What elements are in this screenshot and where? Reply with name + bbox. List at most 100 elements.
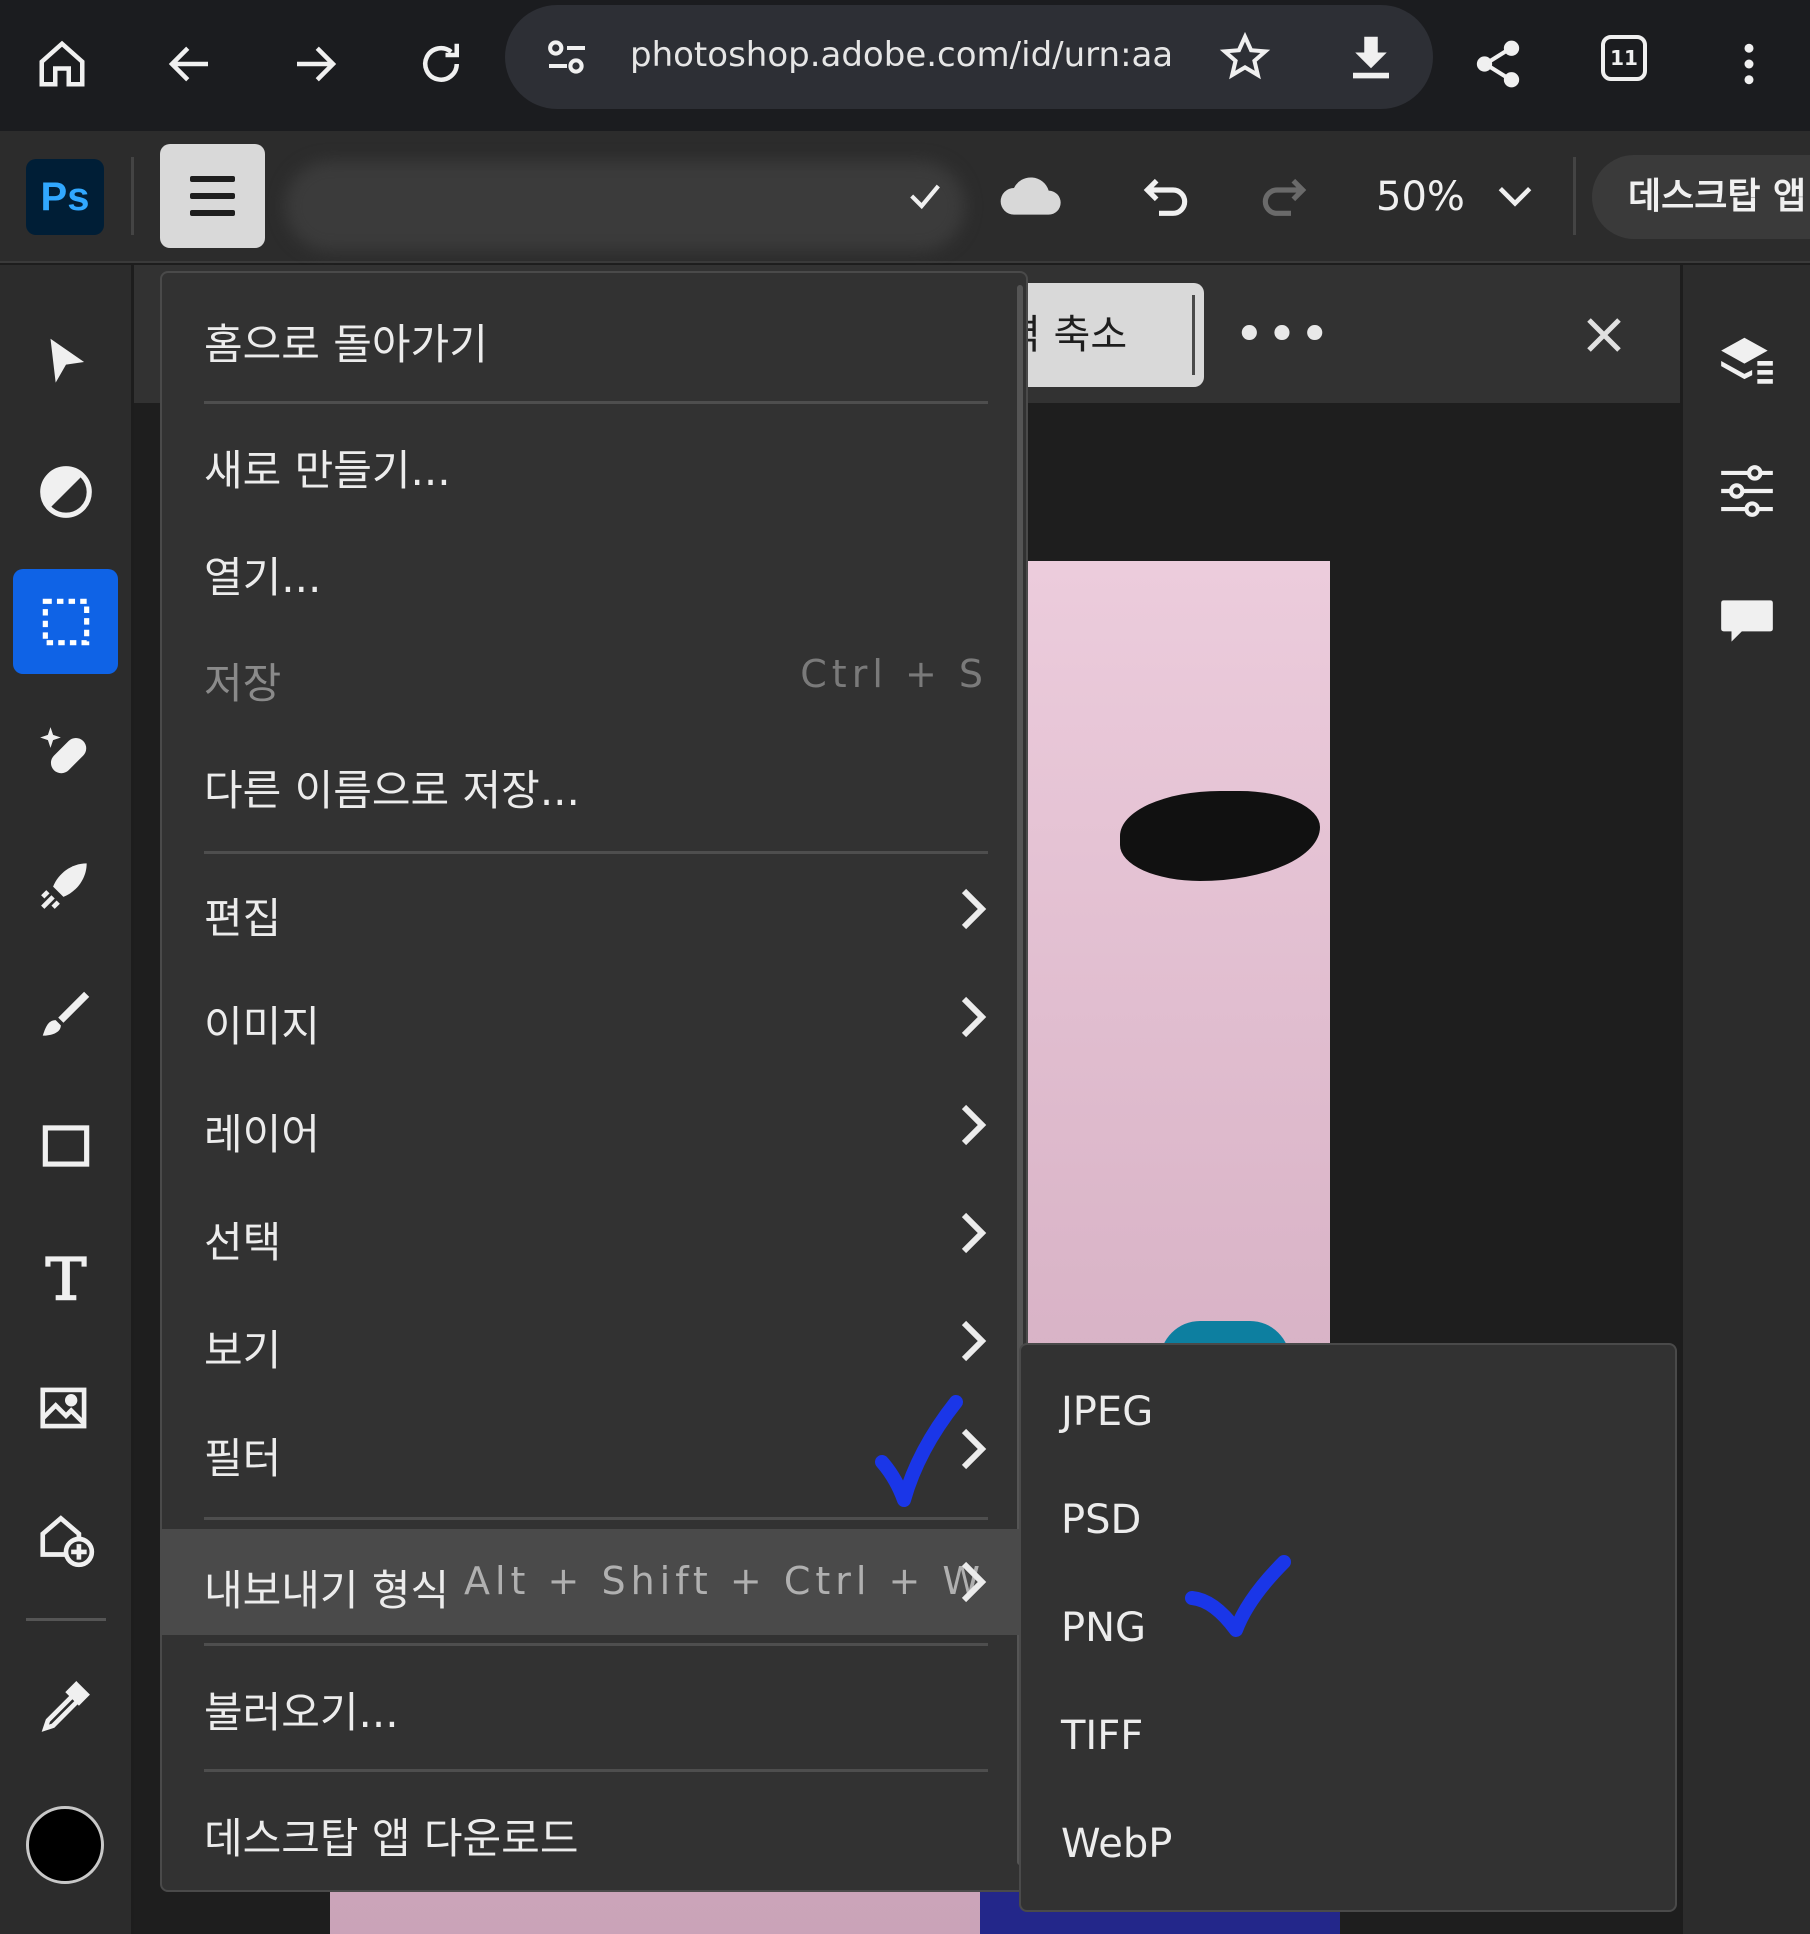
menu-divider: [204, 1643, 988, 1646]
zoom-level[interactable]: 50%: [1376, 174, 1465, 220]
toolbar-divider: [26, 1618, 106, 1621]
menu-shortcut: Alt + Shift + Ctrl + W: [464, 1559, 986, 1603]
main-menu-button[interactable]: [160, 144, 265, 248]
menu-label: 이미지: [204, 1002, 320, 1051]
menu-label: 데스크탑 앱 다운로드: [204, 1814, 579, 1863]
menu-divider: [204, 401, 988, 404]
adjustment-tool-icon[interactable]: [13, 439, 118, 544]
chevron-down-icon[interactable]: [1490, 171, 1540, 221]
submenu-label: WebP: [1061, 1821, 1173, 1867]
menu-label: 불러오기...: [204, 1688, 399, 1737]
menu-item-open[interactable]: 열기...: [162, 518, 1026, 618]
reload-icon[interactable]: [399, 22, 483, 106]
menu-shortcut: Ctrl + S: [800, 652, 988, 696]
tools-panel: [0, 265, 131, 1934]
divider: [131, 157, 134, 235]
foreground-color-swatch[interactable]: [26, 1806, 104, 1884]
divider: [1573, 157, 1576, 235]
annotation-check-icon: [1185, 1555, 1291, 1637]
right-panel: [1683, 265, 1810, 1934]
menu-item-edit[interactable]: 편집: [162, 859, 1026, 959]
export-webp-option[interactable]: WebP: [1021, 1793, 1675, 1893]
menu-label: 선택: [204, 1218, 282, 1267]
chevron-right-icon: [961, 1561, 987, 1603]
menu-divider: [204, 851, 988, 854]
export-tiff-option[interactable]: TIFF: [1021, 1685, 1675, 1785]
menu-label: 새로 만들기...: [204, 446, 451, 495]
app-header: Ps 50% 데스크탑 앱: [0, 131, 1810, 263]
menu-item-new[interactable]: 새로 만들기...: [162, 411, 1026, 511]
annotation-check-icon: [875, 1395, 963, 1507]
chevron-right-icon: [961, 1104, 987, 1146]
main-menu: 홈으로 돌아가기 새로 만들기... 열기... 저장 Ctrl + S 다른 …: [160, 271, 1028, 1892]
more-vert-icon[interactable]: [1707, 22, 1791, 106]
adjustments-icon[interactable]: [1713, 457, 1781, 525]
export-jpeg-option[interactable]: JPEG: [1021, 1361, 1675, 1461]
submenu-label: JPEG: [1061, 1389, 1154, 1435]
menu-item-save-as[interactable]: 다른 이름으로 저장...: [162, 731, 1026, 831]
comments-icon[interactable]: [1713, 587, 1781, 655]
redo-icon[interactable]: [1248, 161, 1320, 233]
place-image-icon[interactable]: [13, 1355, 118, 1460]
menu-label: 편집: [204, 894, 282, 943]
forward-icon[interactable]: [273, 22, 357, 106]
saved-check-icon: [900, 171, 950, 221]
more-options-icon[interactable]: •••: [1234, 305, 1332, 365]
menu-label: 필터: [204, 1434, 282, 1483]
export-format-submenu: JPEG PSD PNG TIFF WebP: [1019, 1343, 1677, 1912]
menu-item-image[interactable]: 이미지: [162, 967, 1026, 1067]
layers-icon[interactable]: [1713, 327, 1781, 395]
open-desktop-app-button[interactable]: 데스크탑 앱: [1592, 155, 1810, 239]
menu-label: 다른 이름으로 저장...: [204, 766, 580, 815]
shape-tool-icon[interactable]: [13, 1093, 118, 1198]
menu-item-view[interactable]: 보기: [162, 1291, 1026, 1391]
bookmark-star-icon[interactable]: [1203, 15, 1287, 99]
tabs-icon[interactable]: 11: [1601, 35, 1647, 81]
menu-divider: [204, 1517, 988, 1520]
menu-label: 내보내기 형식: [204, 1566, 450, 1615]
menu-item-export-as[interactable]: 내보내기 형식 Alt + Shift + Ctrl + W: [162, 1529, 1026, 1635]
brush-tool-icon[interactable]: [13, 962, 118, 1067]
chevron-right-icon: [961, 1320, 987, 1362]
menu-label: 보기: [204, 1326, 282, 1375]
chevron-right-icon: [961, 996, 987, 1038]
photoshop-logo[interactable]: Ps: [26, 159, 104, 235]
submenu-label: PNG: [1061, 1605, 1147, 1651]
site-settings-icon[interactable]: [525, 15, 609, 99]
download-icon[interactable]: [1329, 15, 1413, 99]
divider: [1192, 295, 1195, 375]
eyedropper-icon[interactable]: [13, 1652, 118, 1757]
menu-label: 홈으로 돌아가기: [204, 320, 488, 369]
back-icon[interactable]: [148, 22, 232, 106]
menu-item-import[interactable]: 불러오기...: [162, 1653, 1026, 1753]
close-icon[interactable]: [1574, 305, 1634, 365]
cloud-icon[interactable]: [990, 161, 1070, 231]
marquee-tool-icon[interactable]: [13, 569, 118, 674]
menu-label: 저장: [204, 659, 282, 708]
menu-divider: [204, 1769, 988, 1772]
healing-brush-icon[interactable]: [13, 700, 118, 805]
menu-label: 열기...: [204, 553, 322, 602]
menu-item-select[interactable]: 선택: [162, 1183, 1026, 1283]
submenu-label: TIFF: [1061, 1713, 1144, 1759]
export-png-option[interactable]: PNG: [1021, 1577, 1675, 1677]
menu-item-save: 저장 Ctrl + S: [162, 624, 1026, 724]
url-text[interactable]: photoshop.adobe.com/id/urn:aaid:sc: [630, 35, 1170, 75]
type-tool-icon[interactable]: [13, 1224, 118, 1329]
address-bar[interactable]: photoshop.adobe.com/id/urn:aaid:sc: [505, 5, 1433, 109]
export-psd-option[interactable]: PSD: [1021, 1469, 1675, 1569]
share-icon[interactable]: [1456, 22, 1540, 106]
chevron-right-icon: [961, 1212, 987, 1254]
menu-item-download-desktop[interactable]: 데스크탑 앱 다운로드: [162, 1779, 1026, 1879]
submenu-label: PSD: [1061, 1497, 1142, 1543]
undo-icon[interactable]: [1130, 161, 1202, 233]
chevron-right-icon: [961, 888, 987, 930]
move-tool-icon[interactable]: [13, 309, 118, 414]
menu-item-home[interactable]: 홈으로 돌아가기: [162, 285, 1026, 385]
add-image-icon[interactable]: [13, 1486, 118, 1591]
menu-label: 레이어: [204, 1110, 320, 1159]
quick-actions-icon[interactable]: [13, 831, 118, 936]
home-icon[interactable]: [20, 22, 104, 106]
document-title-redacted[interactable]: [285, 141, 965, 251]
menu-item-layer[interactable]: 레이어: [162, 1075, 1026, 1175]
